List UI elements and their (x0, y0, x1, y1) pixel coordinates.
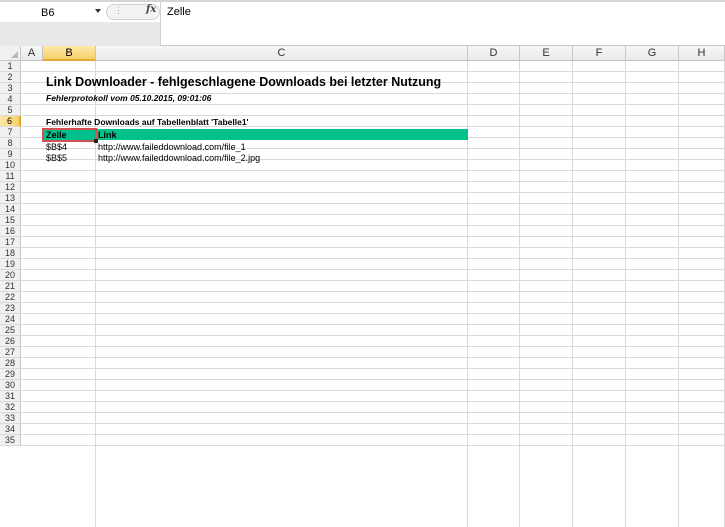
row-gridline (21, 368, 725, 369)
row-gridline (21, 269, 725, 270)
section-heading[interactable]: Fehlerhafte Downloads auf Tabellenblatt … (44, 117, 249, 128)
column-header-b[interactable]: B (43, 46, 96, 61)
column-gridline (519, 61, 520, 527)
name-box[interactable]: B6 (0, 3, 104, 21)
row-header-33[interactable]: 33 (0, 413, 21, 424)
row-gridline (21, 170, 725, 171)
row-gridline (21, 236, 725, 237)
table-row-link[interactable]: http://www.faileddownload.com/file_2.jpg (96, 153, 260, 164)
active-cell-border (42, 128, 97, 142)
row-header-22[interactable]: 22 (0, 292, 21, 303)
formula-input[interactable]: Zelle (167, 6, 191, 18)
row-header-12[interactable]: 12 (0, 182, 21, 193)
row-gridline (21, 423, 725, 424)
row-header-14[interactable]: 14 (0, 204, 21, 215)
select-all-button[interactable] (0, 46, 21, 61)
row-gridline (21, 390, 725, 391)
row-gridline (21, 258, 725, 259)
name-box-value: B6 (41, 7, 55, 19)
table-row-cell[interactable]: $B$4 (44, 142, 67, 153)
column-gridline (625, 61, 626, 527)
row-gridline (21, 181, 725, 182)
row-gridline (21, 280, 725, 281)
row-gridline (21, 346, 725, 347)
column-header-c[interactable]: C (96, 46, 468, 61)
row-gridline (21, 434, 725, 435)
row-header-35[interactable]: 35 (0, 435, 21, 446)
column-header-d[interactable]: D (468, 46, 520, 61)
fill-handle[interactable] (94, 139, 98, 143)
row-header-15[interactable]: 15 (0, 215, 21, 226)
row-gridline (21, 214, 725, 215)
row-header-11[interactable]: 11 (0, 171, 21, 182)
row-header-1[interactable]: 1 (0, 61, 21, 72)
row-header-13[interactable]: 13 (0, 193, 21, 204)
column-gridline (572, 61, 573, 527)
worksheet-grid[interactable]: ABCDEFGH 1 2 3 4 5 6 7 8 9 10 11 12 13 14 15 16 17 18 19 20… (0, 46, 725, 527)
row-gridline (21, 445, 725, 446)
row-header-17[interactable]: 17 (0, 237, 21, 248)
row-gridline (21, 225, 725, 226)
column-gridline (678, 61, 679, 527)
row-gridline (21, 324, 725, 325)
row-header-34[interactable]: 34 (0, 424, 21, 435)
row-header-21[interactable]: 21 (0, 281, 21, 292)
row-header-4[interactable]: 4 (0, 94, 21, 105)
row-gridline (21, 379, 725, 380)
table-row-link[interactable]: http://www.faileddownload.com/file_1 (96, 142, 246, 153)
select-all-icon (11, 51, 18, 58)
row-header-8[interactable]: 8 (0, 138, 21, 149)
row-gridline (21, 192, 725, 193)
row-header-5[interactable]: 5 (0, 105, 21, 116)
row-header-6[interactable]: 6 (0, 116, 21, 127)
row-header-29[interactable]: 29 (0, 369, 21, 380)
row-header-18[interactable]: 18 (0, 248, 21, 259)
row-header-20[interactable]: 20 (0, 270, 21, 281)
column-header-e[interactable]: E (520, 46, 573, 61)
formula-bar-divider (160, 2, 161, 46)
row-gridline (21, 302, 725, 303)
row-header-31[interactable]: 31 (0, 391, 21, 402)
row-header-25[interactable]: 25 (0, 325, 21, 336)
row-header-24[interactable]: 24 (0, 314, 21, 325)
row-gridline (21, 401, 725, 402)
row-header-10[interactable]: 10 (0, 160, 21, 171)
ribbon-edge (0, 0, 725, 2)
row-gridline (21, 115, 725, 116)
row-header-32[interactable]: 32 (0, 402, 21, 413)
formula-bar: B6 ⋮ fx Zelle (0, 0, 725, 46)
table-row-cell[interactable]: $B$5 (44, 153, 67, 164)
row-header-2[interactable]: 2 (0, 72, 21, 83)
sheet-subtitle[interactable]: Fehlerprotokoll vom 05.10.2015, 09:01:06 (44, 93, 211, 104)
row-header-9[interactable]: 9 (0, 149, 21, 160)
row-gridline (21, 357, 725, 358)
row-header-28[interactable]: 28 (0, 358, 21, 369)
row-gridline (21, 313, 725, 314)
chevron-down-icon[interactable] (95, 9, 101, 13)
formula-bar-gutter (0, 22, 160, 46)
row-header-23[interactable]: 23 (0, 303, 21, 314)
row-header-16[interactable]: 16 (0, 226, 21, 237)
sheet-title[interactable]: Link Downloader - fehlgeschlagene Downlo… (44, 75, 441, 89)
column-header-a[interactable]: A (21, 46, 43, 61)
row-gridline (21, 203, 725, 204)
row-header-19[interactable]: 19 (0, 259, 21, 270)
grip-icon[interactable]: ⋮ (114, 5, 123, 16)
row-header-30[interactable]: 30 (0, 380, 21, 391)
row-gridline (21, 247, 725, 248)
row-header-27[interactable]: 27 (0, 347, 21, 358)
column-header-g[interactable]: G (626, 46, 679, 61)
row-gridline (21, 335, 725, 336)
column-header-h[interactable]: H (679, 46, 725, 61)
row-gridline (21, 104, 725, 105)
row-gridline (21, 291, 725, 292)
table-header-link[interactable]: Link (96, 130, 117, 141)
row-header-26[interactable]: 26 (0, 336, 21, 347)
row-header-7[interactable]: 7 (0, 127, 21, 138)
column-header-f[interactable]: F (573, 46, 626, 61)
row-header-3[interactable]: 3 (0, 83, 21, 94)
insert-function-icon[interactable]: fx (146, 4, 156, 15)
row-gridline (21, 71, 725, 72)
row-gridline (21, 412, 725, 413)
